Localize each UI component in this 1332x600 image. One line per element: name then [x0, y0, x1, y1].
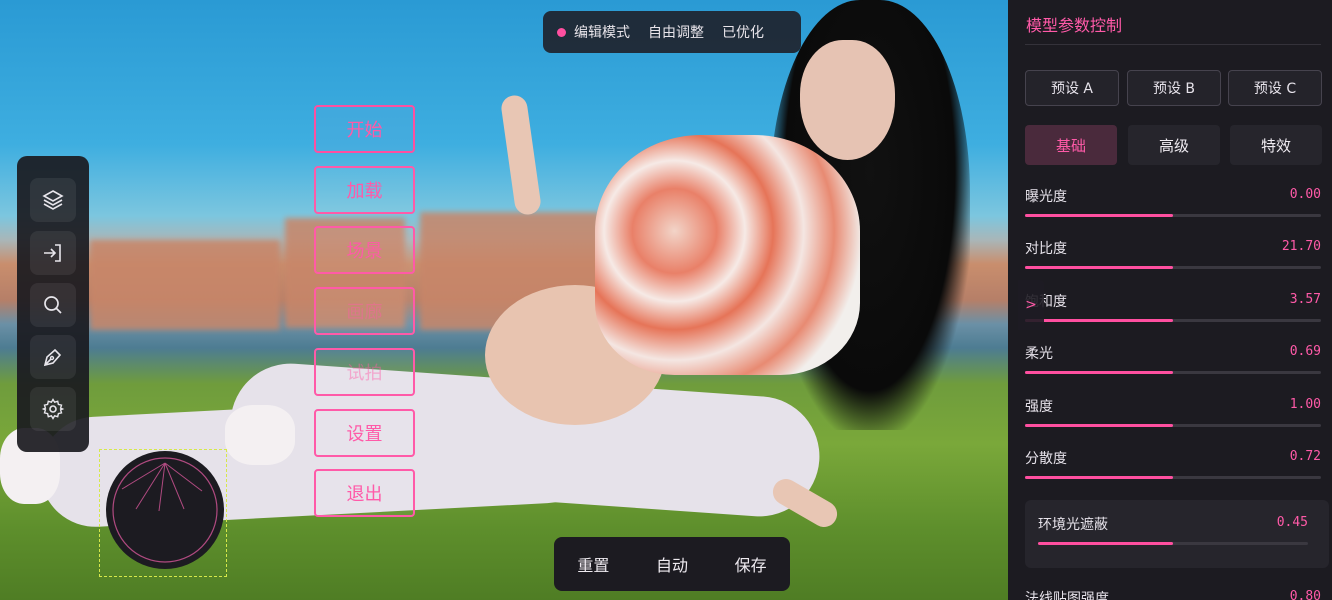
slider-fill — [1025, 371, 1173, 374]
character-shoe — [225, 405, 295, 465]
left-toolbar — [17, 156, 89, 452]
menu-gallery-button[interactable]: 画廊 — [314, 287, 415, 335]
status-dot — [557, 27, 566, 37]
preset-a-button[interactable]: 预设 A — [1025, 70, 1119, 106]
mode-status-bar: 编辑模式 自由调整 已优化 — [543, 11, 801, 53]
contrast-slider[interactable]: 对比度 21.70 — [1025, 238, 1321, 278]
intensity-value: 1.00 — [1289, 397, 1321, 412]
exposure-slider[interactable]: 曝光度 0.00 — [1025, 186, 1321, 226]
slider-track[interactable] — [1025, 476, 1321, 479]
slider-fill — [1025, 266, 1173, 269]
dispersion-value: 0.72 — [1289, 449, 1321, 464]
normal-map-value: 0.80 — [1289, 589, 1321, 600]
intensity-slider[interactable]: 强度 1.00 — [1025, 396, 1321, 436]
normal-map-slider[interactable]: 法线贴图强度 0.80 — [1025, 588, 1321, 600]
slider-fill — [1038, 542, 1173, 545]
search-button[interactable] — [30, 283, 76, 327]
contrast-label: 对比度 — [1025, 241, 1067, 257]
ambient-occlusion-slider[interactable]: 环境光遮蔽 0.45 — [1038, 514, 1308, 554]
slider-track[interactable] — [1025, 214, 1321, 217]
background-building — [90, 240, 280, 330]
layers-button[interactable] — [30, 178, 76, 222]
search-icon — [44, 296, 62, 314]
pen-tool-icon — [43, 348, 62, 367]
menu-load-button[interactable]: 加载 — [314, 166, 415, 214]
panel-title: 模型参数控制 — [1026, 16, 1123, 35]
joystick[interactable] — [106, 451, 224, 569]
intensity-label: 强度 — [1025, 399, 1053, 415]
ambient-occlusion-card: 环境光遮蔽 0.45 — [1025, 500, 1329, 568]
settings-icon — [41, 398, 65, 420]
preset-c-button[interactable]: 预设 C — [1228, 70, 1322, 106]
soft-light-value: 0.69 — [1289, 344, 1321, 359]
auto-button[interactable]: 自动 — [656, 552, 688, 576]
ambient-occlusion-value: 0.45 — [1276, 515, 1308, 530]
layers-icon — [42, 190, 64, 210]
preset-b-button[interactable]: 预设 B — [1127, 70, 1221, 106]
divider — [1025, 44, 1321, 45]
tab-basic[interactable]: 基础 — [1025, 125, 1117, 165]
contrast-value: 21.70 — [1281, 239, 1321, 254]
slider-track[interactable] — [1025, 319, 1321, 322]
menu-start-button[interactable]: 开始 — [314, 105, 415, 153]
soft-light-slider[interactable]: 柔光 0.69 — [1025, 343, 1321, 383]
slider-fill — [1025, 214, 1173, 217]
mode-edit-label[interactable]: 编辑模式 — [574, 22, 630, 42]
tab-effects[interactable]: 特效 — [1230, 125, 1322, 165]
saturation-slider[interactable]: 饱和度 3.57 — [1025, 291, 1321, 331]
exposure-value: 0.00 — [1289, 187, 1321, 202]
menu-shoot-button[interactable]: 试拍 — [314, 348, 415, 396]
panel-collapse-button[interactable]: > — [1018, 280, 1044, 330]
joystick-indicator — [112, 457, 218, 563]
menu-scene-button[interactable]: 场景 — [314, 226, 415, 274]
dispersion-label: 分散度 — [1025, 451, 1067, 467]
save-button[interactable]: 保存 — [735, 552, 767, 576]
saturation-value: 3.57 — [1289, 292, 1321, 307]
menu-exit-button[interactable]: 退出 — [314, 469, 415, 517]
normal-map-label: 法线贴图强度 — [1025, 591, 1109, 600]
ambient-occlusion-label: 环境光遮蔽 — [1038, 517, 1108, 533]
slider-track[interactable] — [1025, 424, 1321, 427]
parameter-panel: 模型参数控制 预设 A 预设 B 预设 C 基础 高级 特效 曝光度 0.00 … — [1008, 0, 1332, 600]
slider-track[interactable] — [1025, 371, 1321, 374]
slider-fill — [1025, 319, 1173, 322]
character-arm — [499, 93, 543, 217]
login-icon — [44, 244, 61, 262]
mode-free-adjust-label[interactable]: 自由调整 — [648, 22, 704, 42]
mode-optimized-label[interactable]: 已优化 — [722, 22, 764, 42]
action-bar: 重置 自动 保存 — [554, 537, 790, 591]
settings-button[interactable] — [30, 387, 76, 431]
pen-tool-button[interactable] — [30, 335, 76, 379]
dispersion-slider[interactable]: 分散度 0.72 — [1025, 448, 1321, 488]
slider-track[interactable] — [1025, 266, 1321, 269]
import-button[interactable] — [30, 231, 76, 275]
tab-advanced[interactable]: 高级 — [1128, 125, 1220, 165]
slider-fill — [1025, 424, 1173, 427]
slider-track[interactable] — [1038, 542, 1308, 545]
character-face — [800, 40, 895, 160]
slider-fill — [1025, 476, 1173, 479]
menu-settings-button[interactable]: 设置 — [314, 409, 415, 457]
exposure-label: 曝光度 — [1025, 189, 1067, 205]
reset-button[interactable]: 重置 — [577, 552, 609, 576]
character-dress — [595, 135, 860, 375]
soft-light-label: 柔光 — [1025, 346, 1053, 362]
